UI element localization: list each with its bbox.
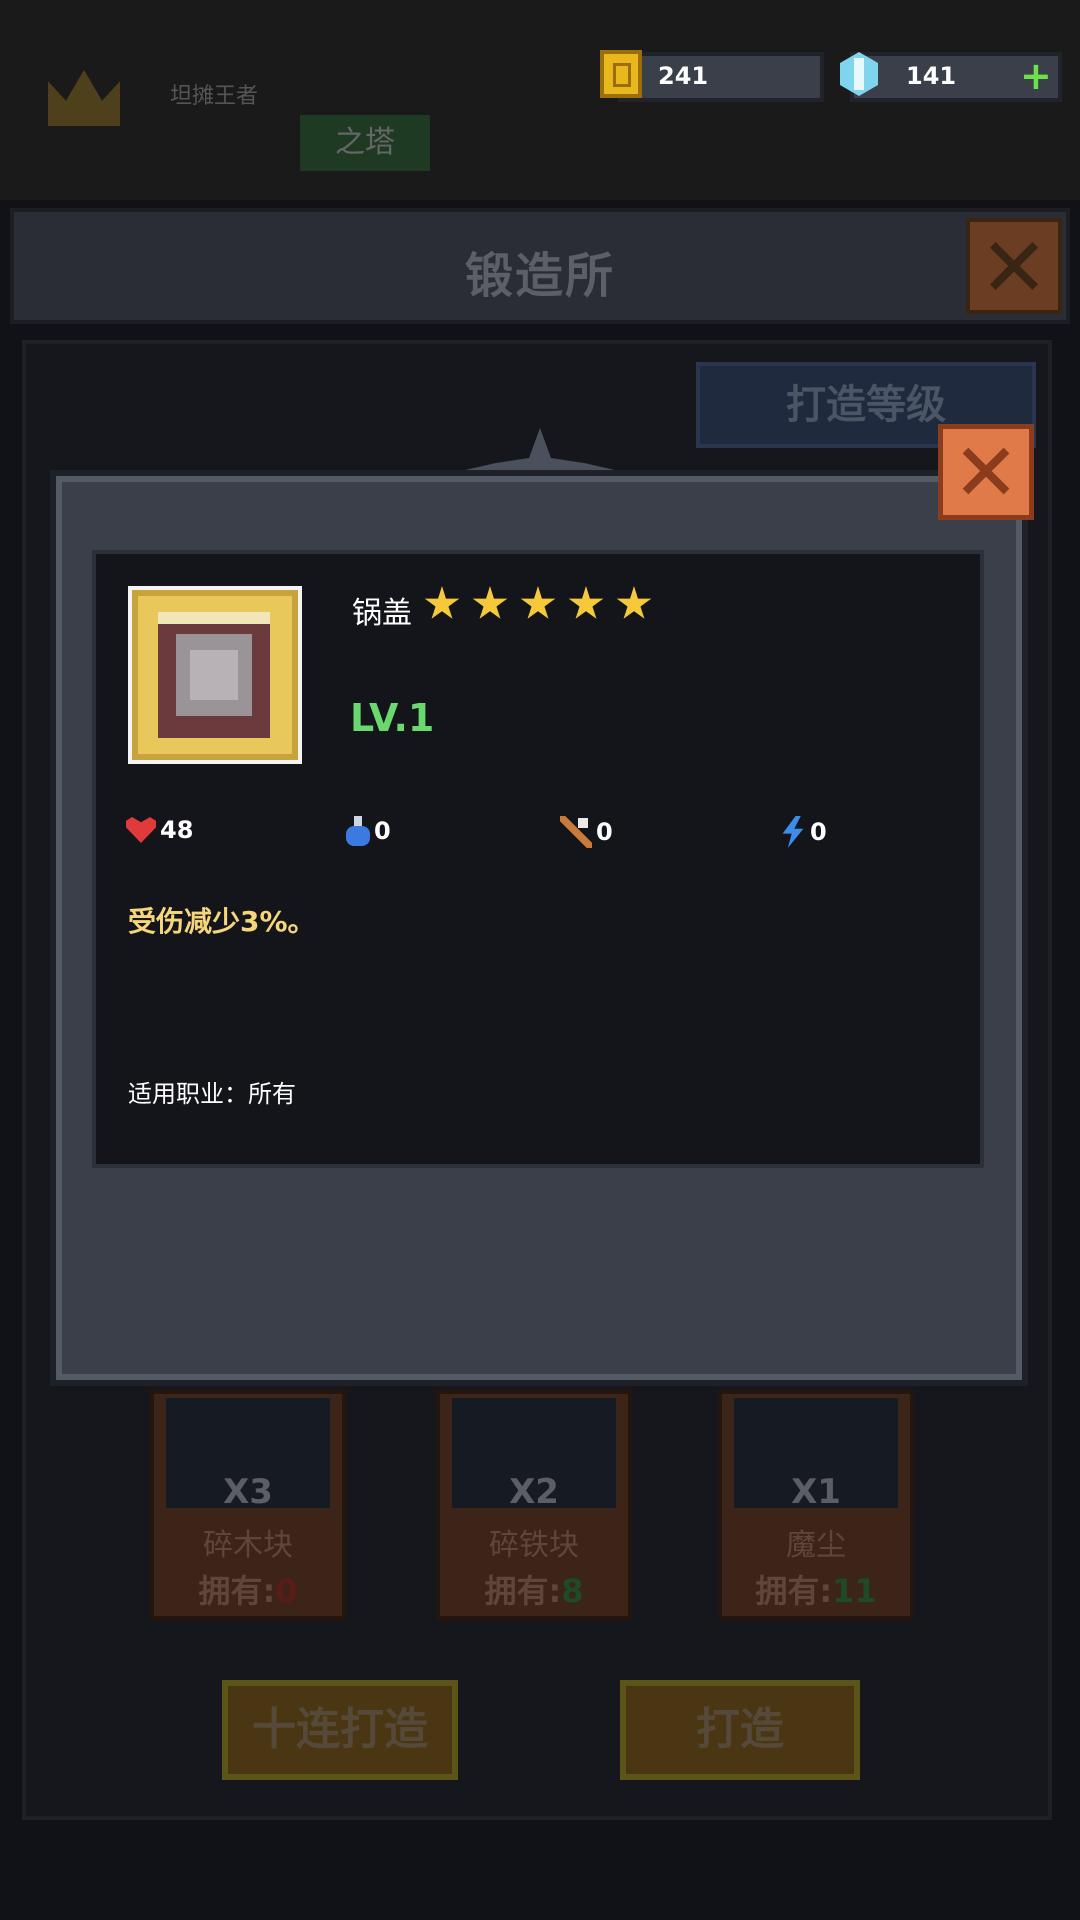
stat-hp: 48 (126, 816, 193, 844)
stat-mp-value: 0 (374, 817, 391, 845)
crown-icon (48, 70, 120, 126)
star-icon (472, 586, 508, 619)
gem-value: 141 (906, 62, 957, 90)
star-icon (616, 586, 652, 619)
material-name: 魔尘 (786, 1528, 846, 1563)
star-icon (568, 586, 604, 619)
stat-mp: 0 (346, 816, 391, 846)
stat-attack-value: 0 (596, 818, 613, 846)
material-owned: 拥有:8 (484, 1572, 584, 1610)
item-level: LV.1 (350, 696, 435, 740)
star-rating (424, 586, 652, 622)
plus-icon[interactable]: + (1020, 57, 1052, 95)
coin-value: 241 (658, 62, 709, 90)
sword-icon (560, 816, 592, 848)
material-card-dust: X1 魔尘 拥有:11 (718, 1390, 914, 1620)
coin-icon (600, 50, 642, 98)
potion-icon (346, 816, 370, 846)
bolt-icon (782, 816, 804, 848)
star-icon (520, 586, 556, 619)
material-qty: X1 (791, 1472, 841, 1512)
material-owned: 拥有:11 (755, 1572, 877, 1610)
ten-forge-button[interactable]: 十连打造 (222, 1680, 458, 1780)
item-description: 受伤减少3%。 (128, 905, 316, 938)
player-name: 坦摊王者 (170, 84, 259, 109)
material-card-iron: X2 碎铁块 拥有:8 (436, 1390, 632, 1620)
material-qty: X2 (509, 1472, 559, 1512)
material-card-wood: X3 碎木块 拥有:0 (150, 1390, 346, 1620)
stat-energy: 0 (780, 816, 827, 848)
pot-lid-core (190, 650, 238, 700)
item-name: 锅盖 (352, 596, 412, 631)
location-tag: 之塔 (300, 115, 430, 171)
close-icon[interactable] (938, 424, 1034, 520)
forge-title: 锻造所 (464, 248, 615, 304)
material-qty: X3 (223, 1472, 273, 1512)
forge-button[interactable]: 打造 (620, 1680, 860, 1780)
item-class: 适用职业：所有 (128, 1080, 296, 1108)
material-name: 碎木块 (203, 1528, 293, 1563)
material-owned: 拥有:0 (198, 1572, 298, 1610)
heart-icon (126, 817, 156, 843)
star-icon (424, 586, 460, 619)
forge-close-icon[interactable] (966, 218, 1062, 314)
pot-lid-rim (158, 612, 270, 624)
material-name: 碎铁块 (489, 1528, 579, 1563)
stat-energy-value: 0 (810, 818, 827, 846)
stat-attack: 0 (560, 816, 613, 848)
stat-hp-value: 48 (160, 816, 194, 844)
coin-counter: 241 (618, 52, 824, 102)
